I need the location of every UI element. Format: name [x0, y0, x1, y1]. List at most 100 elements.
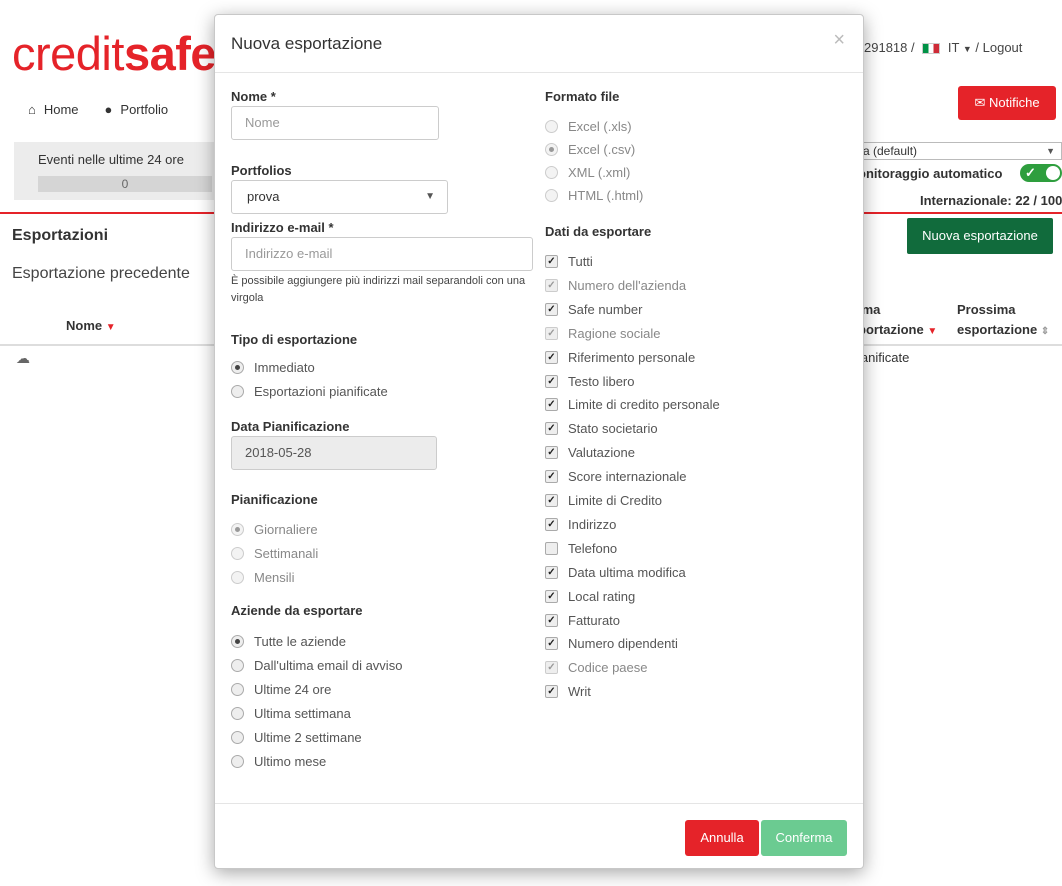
radio-label: HTML (.html)	[568, 188, 644, 203]
radio-label: Dall'ultima email di avviso	[254, 658, 403, 673]
checkbox-checked-icon: ✓	[545, 590, 558, 603]
radio-button	[231, 571, 244, 584]
nome-input[interactable]: Nome	[231, 106, 439, 140]
checkbox-label: Writ	[568, 684, 591, 699]
radio-tutte-le-aziende[interactable]: Tutte le aziende	[231, 634, 346, 649]
checkbox-numero-dell-azienda[interactable]: ✓ Numero dell'azienda	[545, 278, 686, 293]
checkbox-checked-icon: ✓	[545, 303, 558, 316]
radio-giornaliere[interactable]: Giornaliere	[231, 522, 318, 537]
nuova-esportazione-modal: Nuova esportazione × Nome * Nome Portfol…	[214, 14, 864, 869]
radio-label: Ultimo mese	[254, 754, 327, 769]
portfolios-select-value: prova	[247, 189, 280, 204]
checkbox-fatturato[interactable]: ✓ Fatturato	[545, 613, 620, 628]
checkbox-checked-icon: ✓	[545, 566, 558, 579]
checkbox-unchecked-icon	[545, 542, 558, 555]
checkbox-limite-di-credito-personale[interactable]: ✓ Limite di credito personale	[545, 397, 720, 412]
radio-button	[231, 361, 244, 374]
radio-label: Excel (.csv)	[568, 142, 636, 157]
portfolios-select[interactable]: prova ▼	[231, 180, 448, 214]
radio-excel-xls[interactable]: Excel (.xls)	[545, 119, 632, 134]
checkbox-label: Limite di Credito	[568, 493, 662, 508]
radio-button	[545, 189, 558, 202]
checkbox-label: Testo libero	[568, 374, 635, 389]
checkbox-indirizzo[interactable]: ✓ Indirizzo	[545, 517, 616, 532]
checkbox-label: Telefono	[568, 541, 618, 556]
data-pianificazione-label: Data Pianificazione	[231, 419, 350, 434]
checkbox-data-ultima-modifica[interactable]: ✓ Data ultima modifica	[545, 565, 686, 580]
checkbox-stato-societario[interactable]: ✓ Stato societario	[545, 421, 658, 436]
radio-button	[231, 659, 244, 672]
checkbox-limite-di-credito[interactable]: ✓ Limite di Credito	[545, 493, 662, 508]
checkbox-tutti[interactable]: ✓ Tutti	[545, 254, 593, 269]
formato-file-label: Formato file	[545, 89, 620, 104]
radio-mensili[interactable]: Mensili	[231, 570, 294, 585]
checkbox-checked-icon: ✓	[545, 375, 558, 388]
checkbox-label: Valutazione	[568, 445, 635, 460]
nome-label: Nome *	[231, 89, 276, 104]
radio-ultime-24-ore[interactable]: Ultime 24 ore	[231, 682, 331, 697]
checkbox-checked-icon: ✓	[545, 422, 558, 435]
email-label: Indirizzo e-mail *	[231, 220, 334, 235]
radio-label: Excel (.xls)	[568, 119, 632, 134]
checkbox-numero-dipendenti[interactable]: ✓ Numero dipendenti	[545, 636, 678, 651]
conferma-button[interactable]: Conferma	[761, 820, 847, 856]
modal-header: Nuova esportazione ×	[215, 15, 863, 73]
checkbox-label: Riferimento personale	[568, 350, 696, 365]
annulla-button[interactable]: Annulla	[685, 820, 759, 856]
checkbox-checked-icon: ✓	[545, 614, 558, 627]
checkbox-checked-icon: ✓	[545, 685, 558, 698]
radio-ultime-2-settimane[interactable]: Ultime 2 settimane	[231, 730, 362, 745]
radio-excel-csv[interactable]: Excel (.csv)	[545, 142, 635, 157]
checkbox-writ[interactable]: ✓ Writ	[545, 684, 591, 699]
checkbox-label: Fatturato	[568, 613, 621, 628]
radio-ultima-email[interactable]: Dall'ultima email di avviso	[231, 658, 402, 673]
radio-ultima-settimana[interactable]: Ultima settimana	[231, 706, 351, 721]
radio-button	[231, 707, 244, 720]
checkbox-telefono[interactable]: Telefono	[545, 541, 617, 556]
dati-da-esportare-label: Dati da esportare	[545, 224, 652, 239]
radio-label: Settimanali	[254, 546, 319, 561]
checkbox-label: Ragione sociale	[568, 326, 661, 341]
radio-button	[231, 731, 244, 744]
radio-label: Ultima settimana	[254, 706, 351, 721]
checkbox-testo-libero[interactable]: ✓ Testo libero	[545, 374, 634, 389]
close-icon[interactable]: ×	[833, 29, 845, 52]
radio-esportazioni-pianificate[interactable]: Esportazioni pianificate	[231, 384, 388, 399]
checkbox-valutazione[interactable]: ✓ Valutazione	[545, 445, 635, 460]
checkbox-label: Limite di credito personale	[568, 397, 720, 412]
radio-button	[231, 683, 244, 696]
radio-label: Tutte le aziende	[254, 634, 347, 649]
data-pianificazione-input[interactable]: 2018-05-28	[231, 436, 437, 470]
checkbox-local-rating[interactable]: ✓ Local rating	[545, 589, 635, 604]
checkbox-ragione-sociale[interactable]: ✓ Ragione sociale	[545, 326, 661, 341]
checkbox-score-internazionale[interactable]: ✓ Score internazionale	[545, 469, 687, 484]
checkbox-codice-paese[interactable]: ✓ Codice paese	[545, 660, 648, 675]
chevron-down-icon: ▼	[425, 191, 435, 202]
radio-ultimo-mese[interactable]: Ultimo mese	[231, 754, 326, 769]
radio-label: Mensili	[254, 570, 295, 585]
radio-settimanali[interactable]: Settimanali	[231, 546, 318, 561]
radio-button	[231, 547, 244, 560]
radio-button	[231, 635, 244, 648]
modal-title: Nuova esportazione	[231, 34, 383, 53]
checkbox-checked-icon: ✓	[545, 494, 558, 507]
checkbox-checked-icon: ✓	[545, 327, 558, 340]
radio-immediato[interactable]: Immediato	[231, 360, 315, 375]
email-help-text: È possibile aggiungere più indirizzi mai…	[231, 275, 526, 304]
checkbox-checked-icon: ✓	[545, 518, 558, 531]
checkbox-riferimento-personale[interactable]: ✓ Riferimento personale	[545, 350, 695, 365]
radio-label: Giornaliere	[254, 522, 318, 537]
checkbox-checked-icon: ✓	[545, 637, 558, 650]
radio-label: Esportazioni pianificate	[254, 384, 388, 399]
radio-xml[interactable]: XML (.xml)	[545, 165, 630, 180]
checkbox-checked-icon: ✓	[545, 446, 558, 459]
checkbox-checked-icon: ✓	[545, 470, 558, 483]
email-input[interactable]: Indirizzo e-mail	[231, 237, 533, 271]
radio-button	[545, 166, 558, 179]
checkbox-label: Local rating	[568, 589, 636, 604]
radio-html[interactable]: HTML (.html)	[545, 188, 643, 203]
checkbox-label: Indirizzo	[568, 517, 617, 532]
checkbox-checked-icon: ✓	[545, 255, 558, 268]
checkbox-safe-number[interactable]: ✓ Safe number	[545, 302, 642, 317]
tipo-esportazione-label: Tipo di esportazione	[231, 332, 358, 347]
